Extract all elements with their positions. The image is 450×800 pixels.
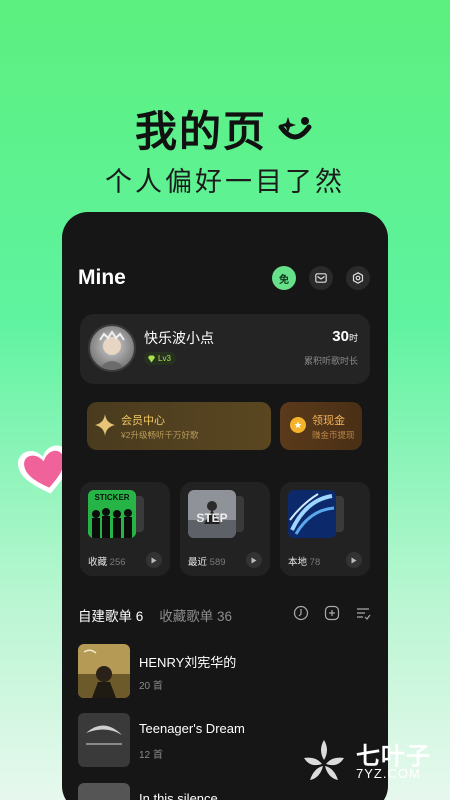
favorites-card[interactable]: STICKER 收藏 256 [80, 482, 170, 576]
promo-subtitle: 个人偏好一目了然 [105, 167, 345, 197]
cash-reward-card[interactable]: 领现金 赚金币提现 [280, 402, 362, 450]
local-label-text: 本地 [288, 557, 308, 568]
sparkle-icon [95, 414, 115, 441]
vip-subtitle: ¥2升级畅听千万好歌 [121, 430, 199, 440]
tab-created-playlists[interactable]: 自建歌单 6 [78, 605, 143, 625]
tab-collected-playlists[interactable]: 收藏歌单 36 [159, 605, 232, 625]
mail-icon[interactable] [309, 266, 333, 290]
promo-title-text: 我的页 [134, 108, 267, 155]
settings-icon[interactable] [346, 266, 370, 290]
playlist-tabs: 自建歌单 6 收藏歌单 36 [78, 605, 232, 625]
promo-title: 我的页 [0, 98, 450, 159]
recent-cover: STEP [188, 490, 236, 538]
watermark-url: 7YZ.COM [356, 766, 421, 781]
playlist-cover [78, 713, 130, 767]
import-icon[interactable] [293, 605, 309, 621]
listen-hours-unit: 时 [348, 333, 358, 343]
favorites-count: 256 [109, 557, 126, 568]
playlist-name: In this silence [139, 791, 218, 800]
username: 快乐波小点 [144, 330, 214, 346]
listen-hours-label: 累积听歌时长 [303, 356, 358, 366]
local-label: 本地 78 [288, 554, 320, 568]
recent-label: 最近 589 [188, 554, 226, 568]
tab-collected-count: 36 [217, 609, 233, 624]
add-playlist-icon[interactable] [324, 605, 340, 621]
listen-hours: 30时 [332, 328, 358, 345]
free-icon-label: 免 [279, 274, 289, 286]
favorites-label-text: 收藏 [88, 557, 108, 568]
watermark-logo: 七叶子 7YZ.COM [296, 734, 436, 790]
playlist-count: 12 首 [139, 750, 163, 761]
smile-icon [275, 111, 315, 159]
listen-hours-value: 30 [332, 328, 349, 345]
play-icon[interactable] [346, 552, 362, 568]
level-badge: Lv3 [144, 352, 176, 365]
recent-count: 589 [209, 557, 226, 568]
playlist-cover [78, 644, 130, 698]
profile-card[interactable]: 快乐波小点 Lv3 30时 累积听歌时长 [80, 314, 370, 384]
tab-created-label: 自建歌单 [78, 609, 132, 624]
page-title: Mine [78, 266, 126, 289]
phone-screen: Mine 免 快乐波小点 Lv3 30时 累积听歌时长 会员中心 ¥2升级畅听千… [62, 212, 388, 800]
coin-icon [290, 417, 306, 433]
playlist-item[interactable]: HENRY刘宪华的 20 首 [78, 644, 368, 698]
manage-list-icon[interactable] [355, 605, 371, 621]
playlist-cover [78, 783, 130, 800]
avatar[interactable] [88, 324, 136, 372]
free-mode-icon[interactable]: 免 [272, 266, 296, 290]
level-text: Lv3 [158, 354, 171, 363]
local-card[interactable]: 本地 78 [280, 482, 370, 576]
playlist-name: HENRY刘宪华的 [139, 655, 237, 670]
cash-title: 领现金 [312, 415, 345, 427]
tab-created-count: 6 [135, 609, 144, 624]
local-cover [288, 490, 336, 538]
playlist-count: 20 首 [139, 681, 163, 692]
cash-subtitle: 赚金币提现 [312, 430, 355, 440]
favorites-cover: STICKER [88, 490, 136, 538]
leaf-logo-icon [304, 740, 344, 780]
cover-title-text: STEP [196, 511, 227, 525]
favorites-label: 收藏 256 [88, 554, 126, 568]
vip-center-card[interactable]: 会员中心 ¥2升级畅听千万好歌 [87, 402, 271, 450]
play-icon[interactable] [146, 552, 162, 568]
play-icon[interactable] [246, 552, 262, 568]
diamond-icon [148, 355, 155, 362]
vip-title: 会员中心 [121, 415, 165, 427]
recent-label-text: 最近 [188, 557, 208, 568]
tab-collected-label: 收藏歌单 [159, 609, 214, 624]
recent-card[interactable]: STEP 最近 589 [180, 482, 270, 576]
cover-title-text: STICKER [94, 493, 129, 502]
playlist-name: Teenager's Dream [139, 721, 245, 736]
local-count: 78 [309, 557, 321, 568]
